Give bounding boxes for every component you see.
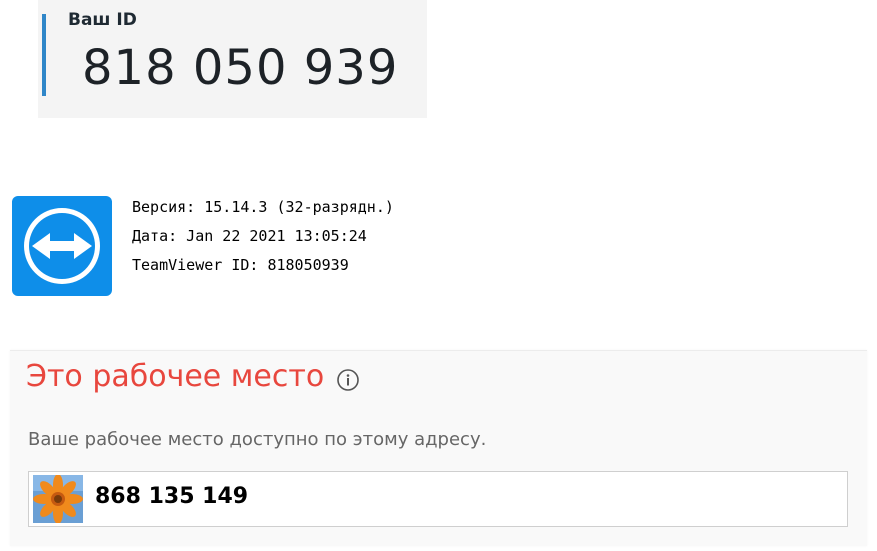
your-id-label: Ваш ID: [68, 10, 137, 30]
workplace-title: Это рабочее место: [26, 359, 360, 394]
workplace-title-text: Это рабочее место: [26, 359, 325, 394]
date-text: Дата: Jan 22 2021 13:05:24: [132, 227, 367, 245]
workplace-description: Ваше рабочее место доступно по этому адр…: [28, 429, 487, 450]
info-icon[interactable]: [336, 365, 360, 391]
workplace-panel: Это рабочее место Ваше рабочее место дос…: [10, 350, 867, 546]
teamviewer-id-text: TeamViewer ID: 818050939: [132, 256, 349, 274]
workplace-address-value[interactable]: 868 135 149: [95, 484, 248, 509]
id-accent-bar: [42, 14, 46, 96]
workplace-address-field[interactable]: 868 135 149: [28, 471, 848, 527]
about-info: Версия: 15.14.3 (32-разрядн.) Дата: Jan …: [132, 193, 394, 280]
your-id-panel: Ваш ID 818 050 939: [38, 0, 427, 118]
teamviewer-logo-icon: [12, 196, 112, 296]
version-text: Версия: 15.14.3 (32-разрядн.): [132, 198, 394, 216]
flower-avatar: [33, 475, 83, 523]
your-id-value[interactable]: 818 050 939: [82, 42, 398, 95]
